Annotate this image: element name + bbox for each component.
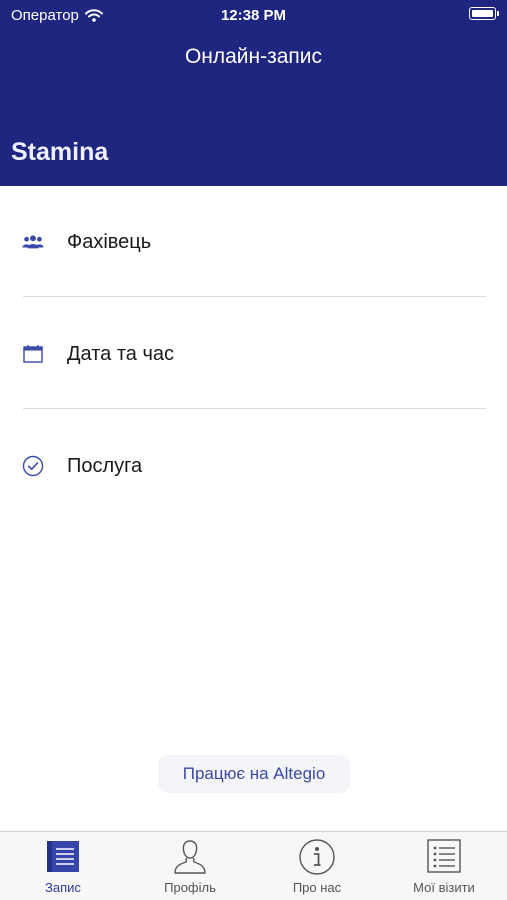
battery-icon (469, 7, 499, 20)
menu-item-datetime[interactable]: Дата та час (0, 326, 507, 382)
menu-item-label: Послуга (67, 454, 143, 477)
person-icon (174, 840, 206, 874)
divider (23, 296, 486, 297)
menu-item-service[interactable]: Послуга (0, 438, 507, 494)
check-circle-icon (22, 455, 44, 477)
tab-profile[interactable]: Профіль (127, 832, 253, 900)
info-icon (299, 839, 335, 875)
tab-label: Профіль (164, 880, 216, 895)
list-icon (427, 839, 461, 873)
clock: 12:38 PM (220, 7, 287, 24)
tab-label: Про нас (292, 880, 342, 895)
calendar-icon (22, 343, 44, 365)
company-title: Stamina (11, 138, 109, 166)
menu-item-specialist[interactable]: Фахівець (0, 214, 507, 270)
tab-label: Мої візити (413, 880, 475, 895)
menu-item-label: Дата та час (67, 342, 175, 365)
status-bar: Оператор 12:38 PM (0, 0, 507, 30)
nav-title: Онлайн-запис (184, 45, 323, 68)
header: Оператор 12:38 PM Онлайн-запис Stamina (0, 0, 507, 186)
people-icon (22, 231, 44, 253)
powered-by-link[interactable]: Працює на Altegio (158, 755, 350, 793)
tab-label: Запис (45, 880, 81, 895)
tab-visits[interactable]: Мої візити (381, 832, 507, 900)
tab-booking[interactable]: Запис (0, 832, 126, 900)
tab-bar: Запис Профіль Про нас Мої візити (0, 831, 507, 900)
divider (23, 408, 486, 409)
tab-about[interactable]: Про нас (254, 832, 380, 900)
menu-item-label: Фахівець (67, 230, 152, 253)
book-icon (47, 841, 79, 872)
